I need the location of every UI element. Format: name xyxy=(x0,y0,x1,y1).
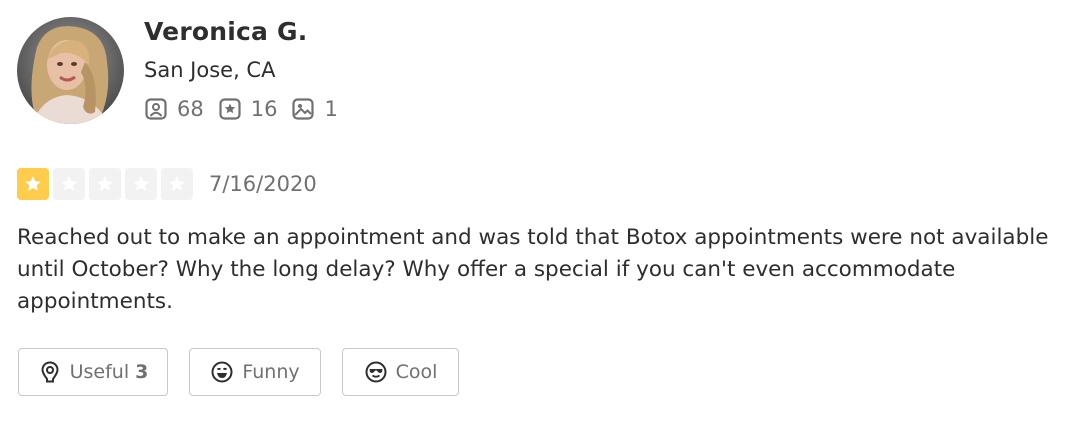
star-icon xyxy=(161,168,193,200)
star-icon xyxy=(125,168,157,200)
photos-icon xyxy=(291,97,315,121)
user-stats: 68 16 1 xyxy=(144,97,352,121)
lightbulb-icon xyxy=(38,360,62,384)
star-icon xyxy=(53,168,85,200)
user-location: San Jose, CA xyxy=(144,58,276,82)
useful-button[interactable]: Useful 3 xyxy=(18,348,168,396)
photos-count: 1 xyxy=(324,97,338,121)
friends-count: 68 xyxy=(177,97,204,121)
review-actions: Useful 3 Funny Cool xyxy=(18,348,480,396)
funny-label: Funny xyxy=(242,361,300,383)
cool-label: Cool xyxy=(395,361,438,383)
avatar-photo xyxy=(17,17,124,124)
useful-count: 3 xyxy=(135,361,149,383)
friends-stat: 68 xyxy=(144,97,204,121)
friends-icon xyxy=(144,97,168,121)
review-date: 7/16/2020 xyxy=(209,172,317,196)
rating-row: 7/16/2020 xyxy=(17,168,317,200)
cool-button[interactable]: Cool xyxy=(342,348,459,396)
sunglasses-face-icon xyxy=(364,360,388,384)
star-rating xyxy=(17,168,197,200)
user-avatar[interactable] xyxy=(17,17,124,124)
user-name[interactable]: Veronica G. xyxy=(144,17,307,46)
reviews-count: 16 xyxy=(250,97,278,121)
star-icon xyxy=(89,168,121,200)
reviews-icon xyxy=(218,97,242,121)
review-text: Reached out to make an appointment and w… xyxy=(17,225,1049,314)
useful-label: Useful xyxy=(69,361,130,383)
photos-stat: 1 xyxy=(291,97,338,121)
laughing-face-icon xyxy=(210,360,234,384)
funny-button[interactable]: Funny xyxy=(189,348,321,396)
reviews-stat: 16 xyxy=(218,97,278,121)
star-icon xyxy=(17,168,49,200)
